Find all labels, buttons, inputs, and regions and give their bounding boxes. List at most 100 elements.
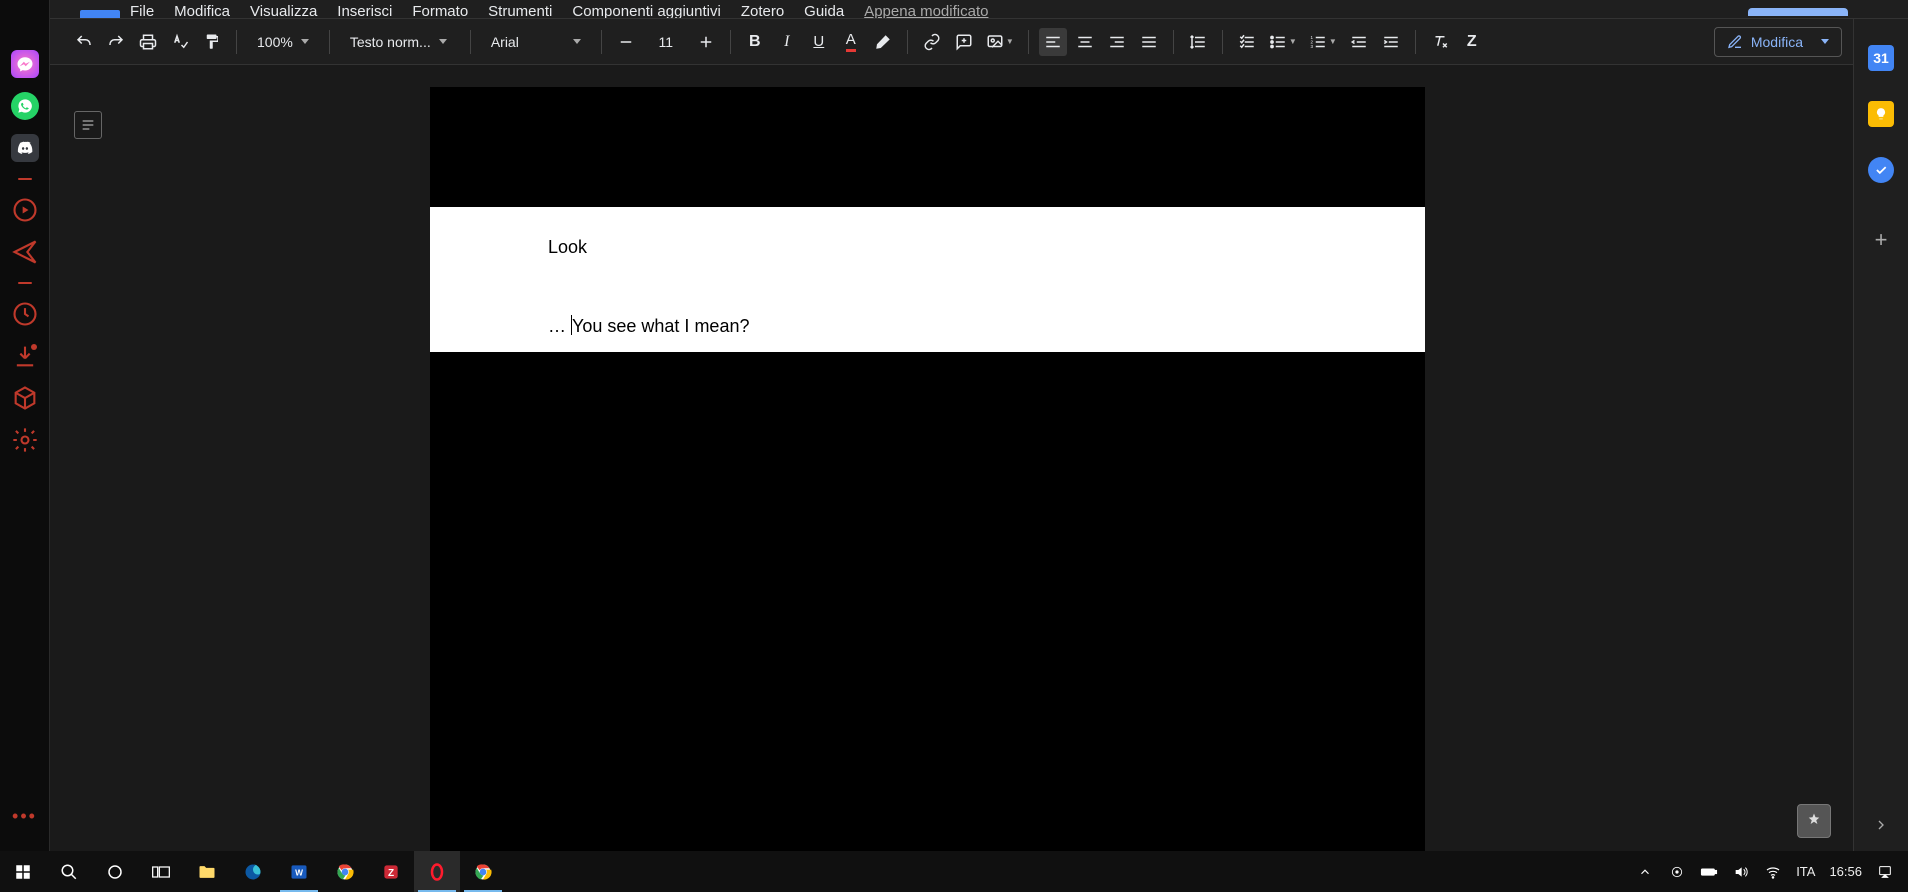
font-family-dropdown[interactable]: Arial (481, 28, 591, 56)
svg-text:3: 3 (1310, 44, 1313, 49)
increase-indent-button[interactable] (1377, 28, 1405, 56)
launcher-separator (18, 282, 32, 284)
last-edit-link[interactable]: Appena modificato (864, 3, 988, 19)
keep-icon[interactable] (1868, 101, 1894, 127)
docs-logo-icon[interactable] (80, 10, 120, 18)
discord-icon[interactable] (11, 134, 39, 162)
numbered-list-button[interactable]: 123▼ (1305, 28, 1341, 56)
menu-addons[interactable]: Componenti aggiuntivi (572, 3, 720, 19)
toolbar-separator (329, 30, 330, 54)
more-icon[interactable]: ••• (12, 806, 37, 827)
messenger-icon[interactable] (11, 50, 39, 78)
highlight-button[interactable] (869, 28, 897, 56)
toolbar-separator (1028, 30, 1029, 54)
menu-view[interactable]: Visualizza (250, 3, 317, 19)
align-center-button[interactable] (1071, 28, 1099, 56)
menu-tools[interactable]: Strumenti (488, 3, 552, 19)
bold-button[interactable]: B (741, 28, 769, 56)
word-taskbar-icon[interactable]: W (276, 851, 322, 892)
bulleted-list-button[interactable]: ▼ (1265, 28, 1301, 56)
text-color-button[interactable]: A (837, 28, 865, 56)
paragraph-style-dropdown[interactable]: Testo norm... (340, 28, 460, 56)
document-page[interactable]: Look … You see what I mean? (430, 87, 1425, 851)
align-left-button[interactable] (1039, 28, 1067, 56)
redacted-region (430, 352, 1425, 851)
chrome-taskbar-icon[interactable] (322, 851, 368, 892)
toolbar-separator (470, 30, 471, 54)
tray-chevron-icon[interactable] (1636, 863, 1654, 881)
toolbar-separator (907, 30, 908, 54)
line-spacing-button[interactable] (1184, 28, 1212, 56)
toolbar-separator (601, 30, 602, 54)
insert-comment-button[interactable] (950, 28, 978, 56)
align-justify-button[interactable] (1135, 28, 1163, 56)
print-button[interactable] (134, 28, 162, 56)
tray-notifications-icon[interactable] (1876, 863, 1894, 881)
document-outline-button[interactable] (74, 111, 102, 139)
cube-icon[interactable] (11, 384, 39, 412)
edge-taskbar-icon[interactable] (230, 851, 276, 892)
text-line: Look (548, 235, 1307, 260)
tray-wifi-icon[interactable] (1764, 863, 1782, 881)
menu-insert[interactable]: Inserisci (337, 3, 392, 19)
play-circle-icon[interactable] (11, 196, 39, 224)
share-button[interactable] (1748, 8, 1848, 16)
menu-edit[interactable]: Modifica (174, 3, 230, 19)
add-addon-button[interactable]: + (1875, 227, 1888, 253)
tray-clock[interactable]: 16:56 (1829, 864, 1862, 879)
font-size-decrease[interactable] (612, 28, 640, 56)
toolbar-separator (730, 30, 731, 54)
gear-icon[interactable] (11, 426, 39, 454)
search-button[interactable] (46, 851, 92, 892)
spellcheck-button[interactable] (166, 28, 194, 56)
download-icon[interactable] (11, 342, 39, 370)
italic-button[interactable]: I (773, 28, 801, 56)
toolbar-separator (236, 30, 237, 54)
menu-help[interactable]: Guida (804, 3, 844, 19)
zotero-toolbar-button[interactable]: Z (1458, 28, 1486, 56)
align-right-button[interactable] (1103, 28, 1131, 56)
tray-location-icon[interactable] (1668, 863, 1686, 881)
task-view-button[interactable] (138, 851, 184, 892)
whatsapp-icon[interactable] (11, 92, 39, 120)
toolbar-separator (1222, 30, 1223, 54)
tasks-icon[interactable] (1868, 157, 1894, 183)
document-text[interactable]: Look … You see what I mean? (430, 207, 1425, 352)
menu-file[interactable]: File (130, 3, 154, 19)
insert-image-button[interactable]: ▼ (982, 28, 1018, 56)
zoom-dropdown[interactable]: 100% (247, 28, 319, 56)
file-explorer-taskbar-icon[interactable] (184, 851, 230, 892)
tray-volume-icon[interactable] (1732, 863, 1750, 881)
paint-format-button[interactable] (198, 28, 226, 56)
clock-icon[interactable] (11, 300, 39, 328)
opera-taskbar-icon[interactable] (414, 851, 460, 892)
tray-battery-icon[interactable] (1700, 863, 1718, 881)
menu-zotero[interactable]: Zotero (741, 3, 784, 19)
toolbar-separator (1173, 30, 1174, 54)
redacted-region (430, 87, 1425, 207)
expand-side-panel-button[interactable] (1873, 817, 1889, 833)
menu-format[interactable]: Formato (412, 3, 468, 19)
clear-formatting-button[interactable] (1426, 28, 1454, 56)
start-button[interactable] (0, 851, 46, 892)
launcher-separator (18, 178, 32, 180)
insert-link-button[interactable] (918, 28, 946, 56)
chrome2-taskbar-icon[interactable] (460, 851, 506, 892)
editing-mode-dropdown[interactable]: Modifica (1714, 27, 1842, 57)
decrease-indent-button[interactable] (1345, 28, 1373, 56)
underline-button[interactable]: U (805, 28, 833, 56)
send-icon[interactable] (11, 238, 39, 266)
font-size-increase[interactable] (692, 28, 720, 56)
explore-button[interactable] (1797, 804, 1831, 838)
text-cursor (571, 315, 572, 335)
font-size-input[interactable] (644, 30, 688, 54)
checklist-button[interactable] (1233, 28, 1261, 56)
calendar-icon[interactable]: 31 (1868, 45, 1894, 71)
redo-button[interactable] (102, 28, 130, 56)
cortana-button[interactable] (92, 851, 138, 892)
document-canvas[interactable]: Look … You see what I mean? (50, 65, 1853, 851)
tray-language[interactable]: ITA (1796, 864, 1815, 879)
left-launcher: ••• (0, 0, 50, 851)
undo-button[interactable] (70, 28, 98, 56)
zotero-taskbar-icon[interactable]: Z (368, 851, 414, 892)
